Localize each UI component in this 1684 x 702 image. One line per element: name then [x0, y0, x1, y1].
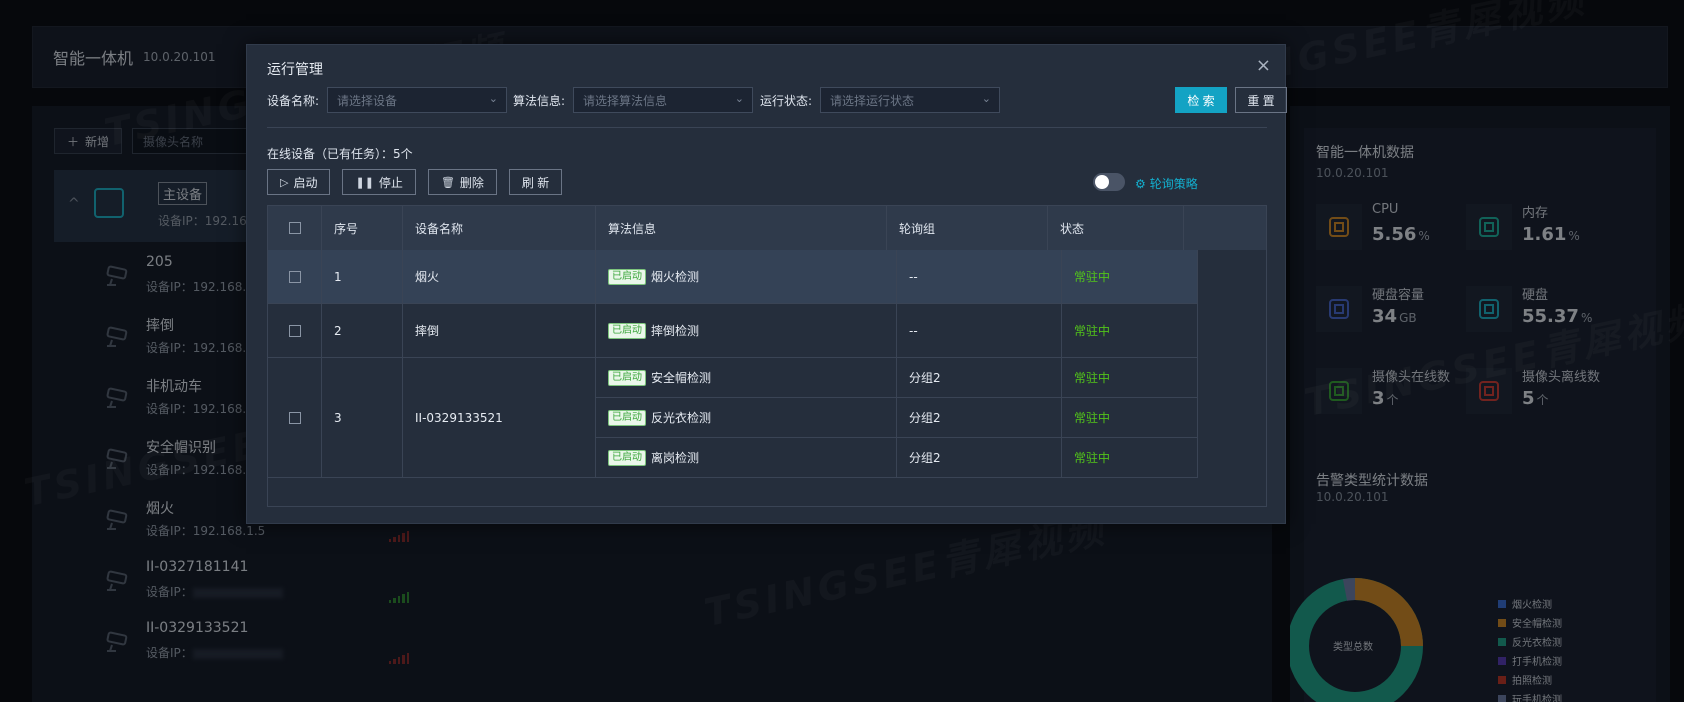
stop-button[interactable]: ❚❚ 停止 — [342, 169, 416, 195]
status-cell: 常驻中 — [1062, 304, 1198, 358]
chevron-down-icon: ⌄ — [734, 92, 744, 105]
status-cell: 常驻中 — [1062, 358, 1198, 398]
trash-icon: 🗑 — [440, 176, 455, 189]
col-header-no: 序号 — [322, 206, 403, 250]
algo-cell: 已启动 安全帽检测 — [596, 358, 897, 398]
row-checkbox[interactable] — [288, 411, 301, 424]
row-device-name: 摔倒 — [403, 304, 596, 358]
group-cell: 分组2 — [897, 438, 1062, 478]
close-icon[interactable]: × — [1256, 55, 1271, 76]
play-icon: ▷ — [280, 176, 289, 189]
filter-bar: 设备名称: 请选择设备 ⌄ 算法信息: 请选择算法信息 ⌄ 运行状态: 请选择运行状… — [267, 87, 1287, 113]
search-button[interactable]: 检 索 — [1175, 87, 1227, 113]
action-toolbar: ▷ 启动 ❚❚ 停止 🗑 删除 刷 新 — [267, 169, 563, 195]
started-badge: 已启动 — [608, 409, 646, 426]
started-badge: 已启动 — [608, 449, 646, 466]
algo-cell: 已启动 离岗检测 — [596, 438, 897, 478]
row-device-name: 烟火 — [403, 250, 596, 304]
col-header-status: 状态 — [1048, 206, 1184, 250]
dialog-title: 运行管理 — [267, 62, 323, 78]
row-checkbox-cell — [268, 304, 322, 358]
algo-filter-label: 算法信息: — [513, 94, 566, 108]
status-cell: 常驻中 — [1062, 398, 1198, 438]
col-header-group: 轮询组 — [887, 206, 1048, 250]
start-button[interactable]: ▷ 启动 — [267, 169, 331, 195]
row-no: 1 — [322, 250, 403, 304]
online-devices-count: 在线设备（已有任务）：5个 — [267, 147, 413, 161]
gear-icon: ⚙ — [1135, 176, 1146, 191]
device-select[interactable]: 请选择设备 ⌄ — [327, 87, 507, 113]
row-checkbox-cell — [268, 358, 322, 478]
toggle-knob — [1095, 175, 1109, 189]
row-checkbox[interactable] — [288, 270, 301, 283]
poll-strategy-link[interactable]: ⚙ 轮询策略 — [1135, 175, 1198, 192]
started-badge: 已启动 — [608, 369, 646, 386]
col-header-device: 设备名称 — [403, 206, 596, 250]
row-no: 2 — [322, 304, 403, 358]
started-badge: 已启动 — [608, 322, 646, 339]
device-filter-label: 设备名称: — [267, 94, 320, 108]
reset-button[interactable]: 重 置 — [1235, 87, 1287, 113]
table-header: 序号 设备名称 算法信息 轮询组 状态 — [268, 206, 1266, 250]
col-header-algo: 算法信息 — [596, 206, 887, 250]
status-cell: 常驻中 — [1062, 250, 1198, 304]
task-table: 序号 设备名称 算法信息 轮询组 状态 1 烟火 已启动 烟火检测 -- 常驻中 2 摔倒 已启… — [267, 205, 1267, 507]
status-filter-label: 运行状态: — [760, 94, 813, 108]
group-cell: -- — [897, 304, 1062, 358]
pause-icon: ❚❚ — [355, 176, 374, 189]
select-all-cell — [268, 206, 322, 250]
row-no: 3 — [322, 358, 403, 478]
chevron-down-icon: ⌄ — [488, 92, 498, 105]
refresh-button[interactable]: 刷 新 — [508, 169, 563, 195]
status-cell: 常驻中 — [1062, 438, 1198, 478]
row-checkbox[interactable] — [288, 324, 301, 337]
delete-button[interactable]: 🗑 删除 — [427, 169, 497, 195]
started-badge: 已启动 — [608, 268, 646, 285]
algo-cell: 已启动 反光衣检测 — [596, 398, 897, 438]
run-management-dialog: 运行管理 × 设备名称: 请选择设备 ⌄ 算法信息: 请选择算法信息 ⌄ 运行状态:… — [246, 44, 1287, 524]
group-cell: 分组2 — [897, 358, 1062, 398]
select-all-checkbox[interactable] — [288, 222, 301, 234]
divider — [267, 127, 1267, 128]
row-checkbox-cell — [268, 250, 322, 304]
status-select[interactable]: 请选择运行状态 ⌄ — [820, 87, 1000, 113]
row-device-name: II-0329133521 — [403, 358, 596, 478]
poll-toggle[interactable] — [1093, 173, 1125, 191]
group-cell: -- — [897, 250, 1062, 304]
algo-select[interactable]: 请选择算法信息 ⌄ — [573, 87, 753, 113]
chevron-down-icon: ⌄ — [981, 92, 991, 105]
algo-cell: 已启动 烟火检测 — [596, 250, 897, 304]
algo-cell: 已启动 摔倒检测 — [596, 304, 897, 358]
group-cell: 分组2 — [897, 398, 1062, 438]
